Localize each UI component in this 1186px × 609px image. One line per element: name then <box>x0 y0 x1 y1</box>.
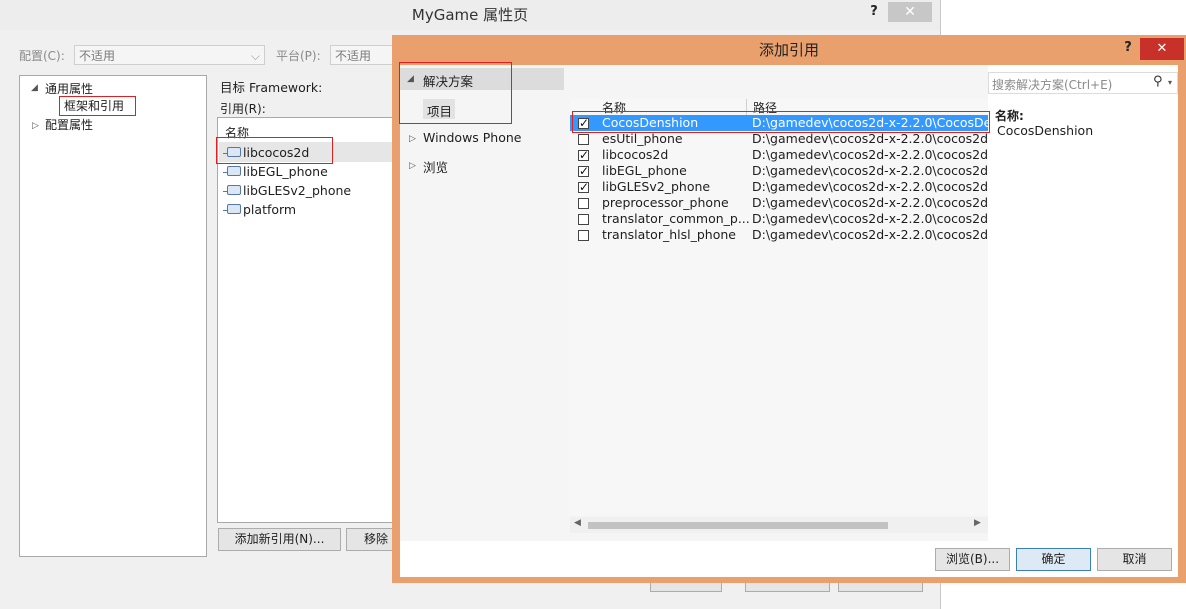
nav-windows-phone[interactable]: Windows Phone <box>423 130 522 145</box>
reference-icon <box>227 204 241 214</box>
expand-triangle-icon[interactable]: ▷ <box>409 161 416 171</box>
reference-icon <box>227 185 241 195</box>
reference-row[interactable]: libEGL_phone D:\gamedev\cocos2d-x-2.2.0\c… <box>570 163 988 179</box>
platform-label: 平台(P): <box>276 49 321 63</box>
highlight-box <box>216 137 333 164</box>
details-name-value: CocosDenshion <box>997 123 1094 138</box>
checkbox-icon[interactable] <box>578 198 589 209</box>
config-value: 不适用 <box>79 49 116 63</box>
help-button[interactable]: ? <box>1118 40 1138 56</box>
reference-path: D:\gamedev\cocos2d-x-2.2.0\cocos2dx\ <box>752 179 988 194</box>
references-list: 名称 libcocos2d libEGL_phone libGLESv2_pho… <box>217 117 397 523</box>
ok-button[interactable]: 确定 <box>1016 548 1091 571</box>
close-button[interactable]: ✕ <box>888 2 932 22</box>
dialog-body: ◢ 解决方案 项目 ▷ Windows Phone ▷ 浏览 名称 路径 Coc… <box>399 62 1178 577</box>
reference-path: D:\gamedev\cocos2d-x-2.2.0\cocos2dx\ <box>752 211 988 226</box>
reference-name: libEGL_phone <box>602 163 687 178</box>
checkbox-icon[interactable] <box>578 134 589 145</box>
reference-item[interactable]: libEGL_phone <box>223 164 328 179</box>
search-icon[interactable]: ⚲ <box>1153 74 1163 89</box>
expand-triangle-icon[interactable]: ▷ <box>32 121 39 131</box>
framework-label: 目标 Framework: <box>220 80 323 95</box>
add-reference-dialog: 添加引用 ? ✕ ◢ 解决方案 项目 ▷ Windows Phone ▷ 浏览 … <box>392 35 1186 583</box>
dialog-title: 添加引用 <box>758 41 819 59</box>
checkbox-icon[interactable] <box>578 230 589 241</box>
browse-button[interactable]: 浏览(B)... <box>935 548 1010 571</box>
chevron-down-icon: ⌵ <box>250 49 260 63</box>
window-title: MyGame 属性页 <box>0 0 940 30</box>
tree-item-common[interactable]: 通用属性 <box>45 80 93 97</box>
checkbox-icon[interactable] <box>578 179 589 195</box>
reference-path: D:\gamedev\cocos2d-x-2.2.0\cocos2dx\ <box>752 163 988 178</box>
reference-path: D:\gamedev\cocos2d-x-2.2.0\cocos2dx\ <box>752 131 988 146</box>
reference-name: libcocos2d <box>602 147 669 162</box>
scrollbar-thumb[interactable] <box>588 522 888 529</box>
reference-item[interactable]: libGLESv2_phone <box>223 183 351 198</box>
checkbox-icon[interactable] <box>578 147 589 163</box>
reference-path: D:\gamedev\cocos2d-x-2.2.0\cocos2dx\ <box>752 147 988 162</box>
platform-select[interactable]: 不适用 <box>330 45 400 65</box>
collapse-triangle-icon[interactable]: ◢ <box>31 83 38 93</box>
cancel-button[interactable]: 取消 <box>1097 548 1172 571</box>
reference-row[interactable]: libGLESv2_phone D:\gamedev\cocos2d-x-2.2.… <box>570 179 988 195</box>
config-label: 配置(C): <box>19 49 65 63</box>
scroll-right-icon[interactable]: ▶ <box>974 518 981 528</box>
platform-value: 不适用 <box>335 49 372 63</box>
reference-grid-area: 名称 路径 CocosDenshionD:\gamedev\cocos2d-x-… <box>570 65 990 541</box>
reference-name: preprocessor_phone <box>602 195 729 210</box>
reference-name: translator_common_p... <box>602 211 750 226</box>
reference-icon <box>227 166 241 176</box>
add-reference-button[interactable]: 添加新引用(N)... <box>218 528 341 551</box>
highlight-box <box>399 62 512 124</box>
reference-name: libGLESv2_phone <box>602 179 711 194</box>
reference-row[interactable]: esUtil_phone D:\gamedev\cocos2d-x-2.2.0\c… <box>570 131 988 147</box>
search-input[interactable]: 搜索解决方案(Ctrl+E) ⚲ ▾ <box>988 72 1178 94</box>
chevron-down-icon[interactable]: ▾ <box>1168 78 1172 87</box>
reference-path: D:\gamedev\cocos2d-x-2.2.0\cocos2dx\ <box>752 195 988 210</box>
settings-tree: ◢ 通用属性 框架和引用 ▷ 配置属性 <box>19 75 207 557</box>
reference-item[interactable]: platform <box>223 202 296 217</box>
checkbox-icon[interactable] <box>578 214 589 225</box>
highlight-box <box>572 111 990 133</box>
reference-row[interactable]: preprocessor_phone D:\gamedev\cocos2d-x-2… <box>570 195 988 211</box>
checkbox-icon[interactable] <box>578 163 589 179</box>
reference-grid: 名称 路径 CocosDenshionD:\gamedev\cocos2d-x-… <box>570 99 988 515</box>
search-placeholder: 搜索解决方案(Ctrl+E) <box>992 78 1113 92</box>
nav-pane: ◢ 解决方案 项目 ▷ Windows Phone ▷ 浏览 <box>399 62 570 541</box>
reference-row[interactable]: translator_common_p... D:\gamedev\cocos2d… <box>570 211 988 227</box>
expand-triangle-icon[interactable]: ▷ <box>409 134 416 144</box>
help-button[interactable]: ? <box>864 4 884 20</box>
references-label: 引用(R): <box>220 102 266 116</box>
reference-name: esUtil_phone <box>602 131 683 146</box>
tree-item-config[interactable]: 配置属性 <box>45 116 93 133</box>
highlight-box <box>59 96 136 116</box>
nav-browse[interactable]: 浏览 <box>423 157 448 176</box>
reference-row[interactable]: translator_hlsl_phone D:\gamedev\cocos2d-… <box>570 227 988 243</box>
reference-row[interactable]: libcocos2d D:\gamedev\cocos2d-x-2.2.0\coc… <box>570 147 988 163</box>
close-button[interactable]: ✕ <box>1140 38 1184 60</box>
scroll-left-icon[interactable]: ◀ <box>574 518 581 528</box>
details-name-label: 名称: <box>995 109 1024 123</box>
reference-path: D:\gamedev\cocos2d-x-2.2.0\cocos2dx\ <box>752 227 988 242</box>
config-select[interactable]: 不适用 ⌵ <box>74 45 265 65</box>
reference-name: translator_hlsl_phone <box>602 227 736 242</box>
horizontal-scrollbar[interactable]: ◀ ▶ <box>570 517 988 533</box>
